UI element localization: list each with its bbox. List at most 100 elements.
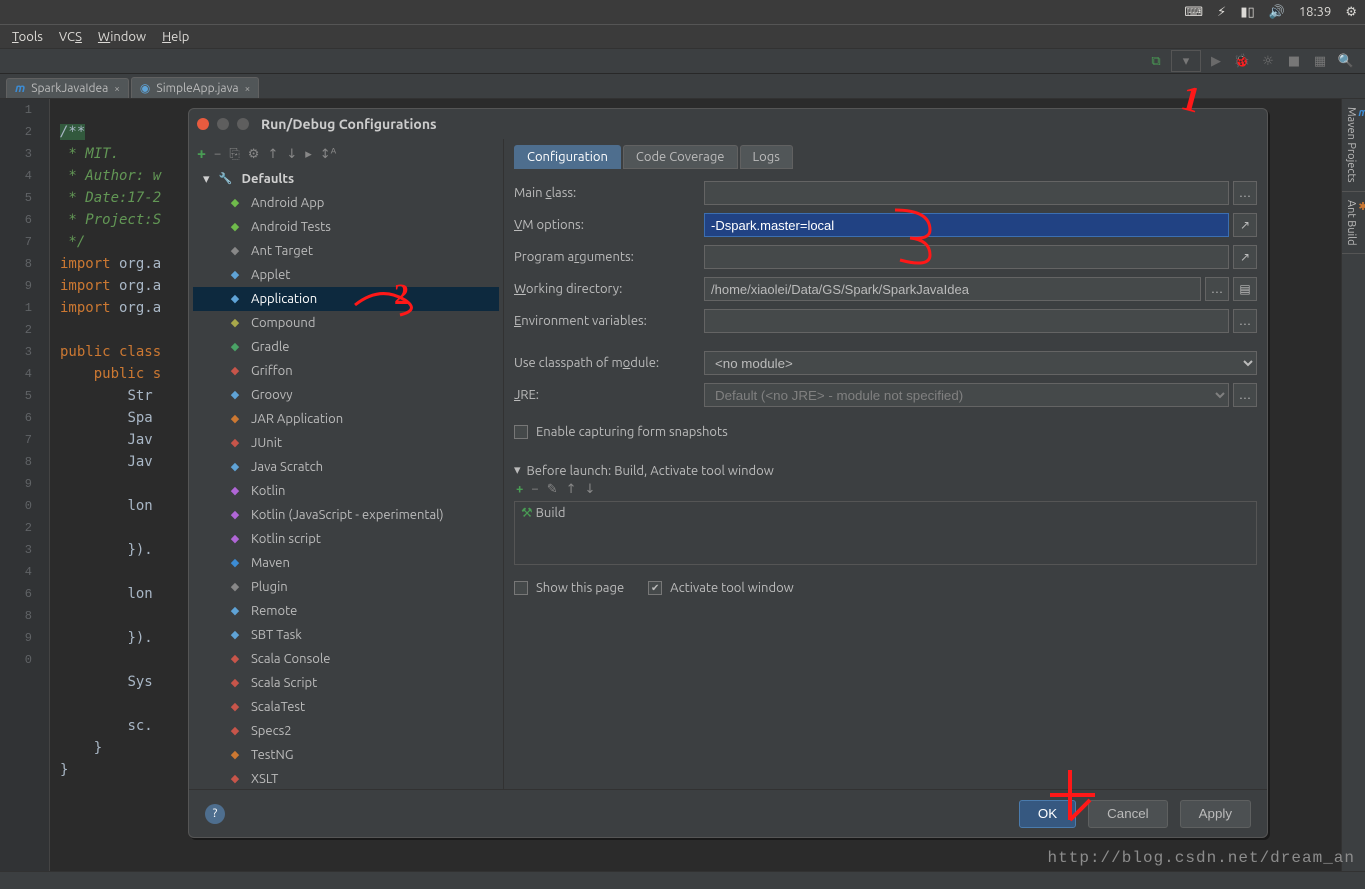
tree-item-applet[interactable]: ◆Applet <box>193 263 499 287</box>
before-add-icon[interactable]: + <box>516 482 523 497</box>
menu-help[interactable]: Help <box>156 30 195 44</box>
tree-item-xslt[interactable]: ◆XSLT <box>193 767 499 785</box>
settings-gear-icon[interactable]: ⚙ <box>1345 5 1357 20</box>
build-icon[interactable]: ⧉ <box>1145 50 1167 72</box>
copy-config-icon[interactable]: ⎘ <box>229 147 239 162</box>
help-icon[interactable]: ? <box>205 804 225 824</box>
move-down-icon[interactable]: ↓ <box>286 147 297 162</box>
before-launch-item[interactable]: ⚒ Build <box>521 506 1250 521</box>
dialog-titlebar[interactable]: Run/Debug Configurations <box>189 109 1267 139</box>
rail-maven[interactable]: mMaven Projects <box>1342 99 1365 192</box>
window-max-icon[interactable] <box>237 118 249 130</box>
before-remove-icon[interactable]: − <box>531 482 538 497</box>
vm-options-expand-button[interactable]: ↗ <box>1233 213 1257 237</box>
stop-icon[interactable]: ■ <box>1283 50 1305 72</box>
tab-sparkjavaidea[interactable]: m SparkJavaIdea × <box>6 78 129 98</box>
working-dir-browse-button[interactable]: … <box>1205 277 1229 301</box>
activate-win-checkbox-row[interactable]: Activate tool window <box>648 575 794 601</box>
tree-item-jar-application[interactable]: ◆JAR Application <box>193 407 499 431</box>
main-class-input[interactable] <box>704 181 1229 205</box>
tree-item-junit[interactable]: ◆JUnit <box>193 431 499 455</box>
tree-item-maven[interactable]: ◆Maven <box>193 551 499 575</box>
cancel-button[interactable]: Cancel <box>1088 800 1168 828</box>
tree-item-kotlin[interactable]: ◆Kotlin <box>193 479 499 503</box>
snapshot-label: Enable capturing form snapshots <box>536 425 728 439</box>
tab-configuration[interactable]: Configuration <box>514 145 621 169</box>
snapshot-checkbox-row[interactable]: Enable capturing form snapshots <box>514 419 1257 445</box>
vm-options-input[interactable] <box>704 213 1229 237</box>
add-config-icon[interactable]: + <box>197 145 206 163</box>
before-up-icon[interactable]: ↑ <box>566 482 577 497</box>
tree-item-android-app[interactable]: ◆Android App <box>193 191 499 215</box>
wifi-icon[interactable]: ⚡ <box>1217 5 1226 20</box>
snapshot-checkbox[interactable] <box>514 425 528 439</box>
debug-icon[interactable]: 🐞 <box>1231 50 1253 72</box>
search-icon[interactable]: 🔍 <box>1335 50 1357 72</box>
tree-item-remote[interactable]: ◆Remote <box>193 599 499 623</box>
tree-item-griffon[interactable]: ◆Griffon <box>193 359 499 383</box>
working-dir-input[interactable] <box>704 277 1201 301</box>
tree-item-gradle[interactable]: ◆Gradle <box>193 335 499 359</box>
run-icon[interactable]: ▶ <box>1205 50 1227 72</box>
sort-icon[interactable]: ↕ᴬ <box>320 147 337 162</box>
menu-tools[interactable]: TToolsools <box>6 30 49 44</box>
tree-item-application[interactable]: ◆Application <box>193 287 499 311</box>
apply-button[interactable]: Apply <box>1180 800 1251 828</box>
layout-icon[interactable]: ▦ <box>1309 50 1331 72</box>
tree-item-plugin[interactable]: ◆Plugin <box>193 575 499 599</box>
tab-code-coverage[interactable]: Code Coverage <box>623 145 738 169</box>
program-args-expand-button[interactable]: ↗ <box>1233 245 1257 269</box>
before-launch-list[interactable]: ⚒ Build <box>514 501 1257 565</box>
keyboard-icon[interactable]: ⌨ <box>1184 5 1203 20</box>
close-icon[interactable]: × <box>114 83 120 94</box>
tree-item-label: Gradle <box>251 336 289 358</box>
tree-item-scala-script[interactable]: ◆Scala Script <box>193 671 499 695</box>
close-icon[interactable]: × <box>245 83 251 94</box>
menu-window[interactable]: Window <box>92 30 152 44</box>
rail-ant[interactable]: ✱Ant Build <box>1342 192 1365 255</box>
tree-item-kotlin-script[interactable]: ◆Kotlin script <box>193 527 499 551</box>
battery-icon[interactable]: ▮▯ <box>1240 5 1254 20</box>
config-type-icon: ◆ <box>227 699 243 715</box>
jre-browse-button[interactable]: … <box>1233 383 1257 407</box>
remove-config-icon[interactable]: − <box>214 147 221 161</box>
jre-select[interactable]: Default (<no JRE> - module not specified… <box>704 383 1229 407</box>
run-config-dropdown[interactable]: ▾ <box>1171 50 1201 72</box>
window-close-icon[interactable] <box>197 118 209 130</box>
tree-item-groovy[interactable]: ◆Groovy <box>193 383 499 407</box>
volume-icon[interactable]: 🔊 <box>1269 5 1285 20</box>
tree-item-scalatest[interactable]: ◆ScalaTest <box>193 695 499 719</box>
window-min-icon[interactable] <box>217 118 229 130</box>
tree-item-sbt-task[interactable]: ◆SBT Task <box>193 623 499 647</box>
config-tree[interactable]: ▾ 🔧 Defaults ◆Android App◆Android Tests◆… <box>193 167 499 785</box>
tree-item-scala-console[interactable]: ◆Scala Console <box>193 647 499 671</box>
before-down-icon[interactable]: ↓ <box>585 482 596 497</box>
tree-item-specs2[interactable]: ◆Specs2 <box>193 719 499 743</box>
tree-item-android-tests[interactable]: ◆Android Tests <box>193 215 499 239</box>
show-page-checkbox-row[interactable]: Show this page <box>514 575 624 601</box>
tree-item-kotlin-javascript-experimental-[interactable]: ◆Kotlin (JavaScript - experimental) <box>193 503 499 527</box>
menu-vcs[interactable]: VCS <box>53 30 88 44</box>
tree-item-compound[interactable]: ◆Compound <box>193 311 499 335</box>
main-class-browse-button[interactable]: … <box>1233 181 1257 205</box>
env-vars-browse-button[interactable]: … <box>1233 309 1257 333</box>
tree-item-java-scratch[interactable]: ◆Java Scratch <box>193 455 499 479</box>
before-launch-section[interactable]: ▾ Before launch: Build, Activate tool wi… <box>514 463 1257 478</box>
tab-logs[interactable]: Logs <box>740 145 793 169</box>
save-config-icon[interactable]: ⚙ <box>248 147 260 162</box>
program-args-input[interactable] <box>704 245 1229 269</box>
folder-icon[interactable]: ▸ <box>305 147 312 162</box>
tab-simpleapp[interactable]: ◉ SimpleApp.java × <box>131 77 259 98</box>
coverage-icon[interactable]: ☼ <box>1257 50 1279 72</box>
tree-root-defaults[interactable]: ▾ 🔧 Defaults <box>193 167 499 191</box>
ok-button[interactable]: OK <box>1019 800 1076 828</box>
classpath-module-select[interactable]: <no module> <box>704 351 1257 375</box>
working-dir-vars-button[interactable]: ▤ <box>1233 277 1257 301</box>
show-page-checkbox[interactable] <box>514 581 528 595</box>
tree-item-ant-target[interactable]: ◆Ant Target <box>193 239 499 263</box>
before-edit-icon[interactable]: ✎ <box>547 482 558 497</box>
move-up-icon[interactable]: ↑ <box>267 147 278 162</box>
activate-win-checkbox[interactable] <box>648 581 662 595</box>
tree-item-testng[interactable]: ◆TestNG <box>193 743 499 767</box>
env-vars-input[interactable] <box>704 309 1229 333</box>
